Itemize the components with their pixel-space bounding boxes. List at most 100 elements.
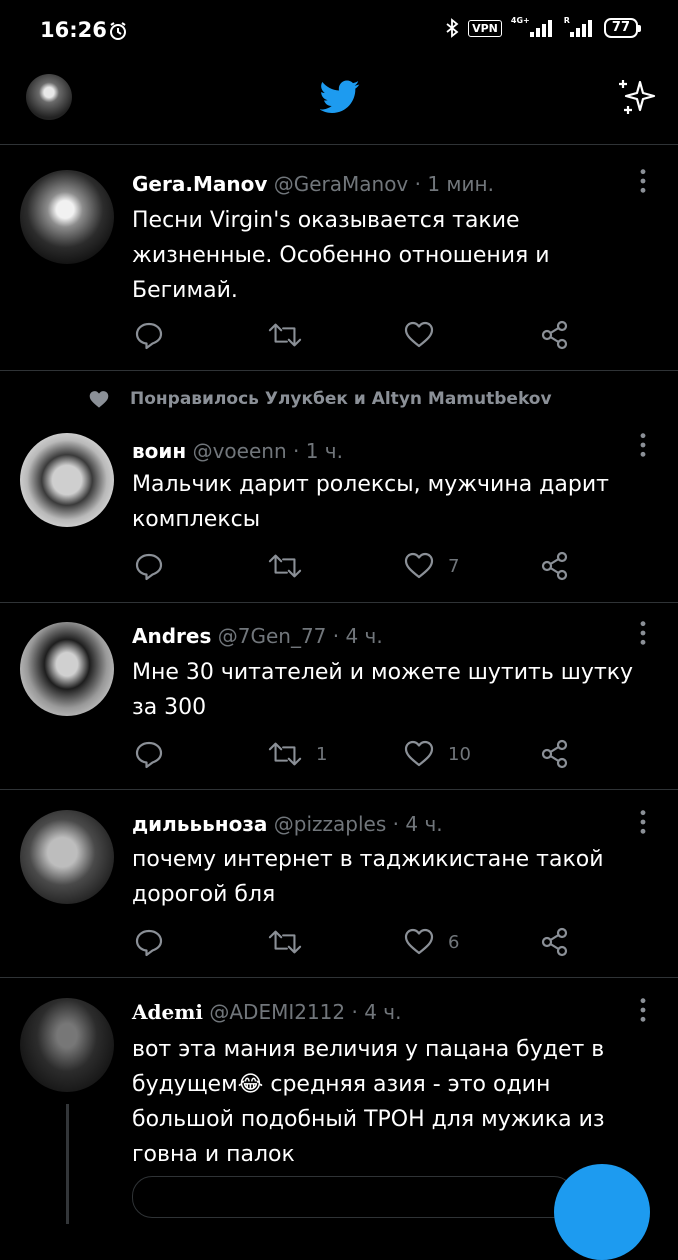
retweet-count: 1: [316, 743, 328, 765]
tweet-time: · 1 ч.: [293, 439, 343, 463]
retweet-button[interactable]: 1: [268, 739, 327, 769]
twitter-bird-icon[interactable]: [320, 80, 360, 114]
author-handle[interactable]: @pizzaples: [274, 812, 386, 836]
avatar[interactable]: [20, 170, 114, 264]
like-button[interactable]: [404, 320, 448, 350]
more-options-icon[interactable]: [638, 996, 648, 1024]
tweet-actions: 7: [132, 551, 652, 581]
tweet-4[interactable]: дильььноза @pizzaples · 4 ч. почему инте…: [0, 790, 678, 978]
tweet-time: · 4 ч.: [332, 624, 383, 648]
avatar[interactable]: [20, 622, 114, 716]
avatar[interactable]: [20, 433, 114, 527]
heart-icon: [404, 551, 434, 581]
signal-icon-2: [569, 20, 592, 37]
tweet-5[interactable]: Ademi @ADEMI2112 · 4 ч. вот эта мания ве…: [0, 978, 678, 1224]
network-type: 4G+: [510, 15, 530, 25]
like-button[interactable]: 7: [404, 551, 459, 581]
reply-input-field[interactable]: [132, 1176, 574, 1218]
profile-avatar[interactable]: [26, 74, 72, 120]
retweet-icon: [268, 320, 302, 350]
share-icon: [540, 320, 570, 350]
share-button[interactable]: [540, 551, 570, 581]
like-count: 7: [448, 555, 460, 577]
author-name[interactable]: Gera.Manov: [132, 172, 267, 196]
retweet-icon: [268, 739, 302, 769]
reply-button[interactable]: [134, 739, 164, 769]
tweet-header: Andres @7Gen_77 · 4 ч.: [132, 624, 383, 648]
share-icon: [540, 551, 570, 581]
signal-icon: [529, 20, 552, 37]
tweet-time: · 1 мин.: [414, 172, 494, 196]
author-handle[interactable]: @7Gen_77: [218, 624, 327, 648]
avatar[interactable]: [20, 810, 114, 904]
author-name[interactable]: воин: [132, 439, 186, 463]
bluetooth-icon: [446, 18, 459, 38]
heart-filled-icon: [89, 391, 109, 408]
reply-icon: [134, 320, 164, 350]
retweet-button[interactable]: [268, 320, 316, 350]
tweet-text: вот эта мания величия у пацана будет в б…: [132, 1037, 605, 1167]
heart-icon: [404, 320, 434, 350]
more-options-icon[interactable]: [638, 619, 648, 647]
tweet-header: Ademi @ADEMI2112 · 4 ч.: [132, 1000, 401, 1024]
reply-icon: [134, 739, 164, 769]
author-name[interactable]: Andres: [132, 624, 211, 648]
reply-button[interactable]: [134, 927, 164, 957]
sparkle-icon[interactable]: [614, 76, 658, 120]
compose-tweet-button[interactable]: [554, 1164, 650, 1260]
author-handle[interactable]: @ADEMI2112: [209, 1000, 345, 1024]
battery-indicator: 77: [603, 18, 642, 38]
like-count: 6: [448, 931, 460, 953]
like-button[interactable]: 10: [404, 739, 471, 769]
more-options-icon[interactable]: [638, 808, 648, 836]
retweet-icon: [268, 551, 302, 581]
tweet-actions: [132, 320, 652, 350]
reply-icon: [134, 551, 164, 581]
tweet-3[interactable]: Andres @7Gen_77 · 4 ч. Мне 30 читателей …: [0, 603, 678, 790]
avatar[interactable]: [20, 998, 114, 1092]
tweet-text: Мальчик дарит ролексы, мужчина дарит ком…: [132, 472, 609, 532]
thread-connector-line: [66, 1104, 69, 1224]
tweet-2[interactable]: Понравилось Улукбек и Altyn Mamutbekov в…: [0, 371, 678, 603]
share-icon: [540, 739, 570, 769]
share-icon: [540, 927, 570, 957]
tweet-actions: 6: [132, 927, 652, 957]
tweet-text: Песни Virgin's оказывается такие жизненн…: [132, 208, 550, 303]
share-button[interactable]: [540, 320, 570, 350]
liked-by-text[interactable]: Понравилось Улукбек и Altyn Mamutbekov: [130, 389, 552, 409]
retweet-button[interactable]: [268, 551, 316, 581]
tweet-1[interactable]: Gera.Manov @GeraManov · 1 мин. Песни Vir…: [0, 145, 678, 371]
status-indicators: VPN 4G+ R 77: [445, 15, 642, 38]
retweet-button[interactable]: [268, 927, 316, 957]
author-handle[interactable]: @GeraManov: [274, 172, 409, 196]
retweet-icon: [268, 927, 302, 957]
author-name[interactable]: дильььноза: [132, 812, 267, 836]
tweet-header: воин @voeenn · 1 ч.: [132, 439, 343, 463]
roaming-indicator: R: [563, 15, 570, 25]
more-options-icon[interactable]: [638, 431, 648, 459]
heart-icon: [404, 739, 434, 769]
like-button[interactable]: 6: [404, 927, 459, 957]
heart-icon: [404, 927, 434, 957]
reply-button[interactable]: [134, 551, 164, 581]
status-time: 16:26: [40, 18, 107, 42]
reply-icon: [134, 927, 164, 957]
like-count: 10: [448, 743, 471, 765]
tweet-text: почему интернет в таджикистане такой дор…: [132, 847, 604, 907]
social-context: Понравилось Улукбек и Altyn Mamutbekov: [88, 389, 552, 409]
vpn-badge: VPN: [468, 19, 502, 37]
tweet-header: дильььноза @pizzaples · 4 ч.: [132, 812, 443, 836]
status-bar: 16:26 VPN 4G+ R 77: [0, 0, 678, 62]
more-options-icon[interactable]: [638, 167, 648, 195]
share-button[interactable]: [540, 739, 570, 769]
top-app-bar: [0, 62, 678, 145]
tweet-time: · 4 ч.: [351, 1000, 402, 1024]
alarm-icon: [110, 22, 126, 40]
tweet-text: Мне 30 читателей и можете шутить шутку з…: [132, 660, 634, 720]
reply-button[interactable]: [134, 320, 164, 350]
tweet-actions: 1 10: [132, 739, 652, 769]
share-button[interactable]: [540, 927, 570, 957]
author-name[interactable]: Ademi: [132, 1000, 203, 1024]
tweet-header: Gera.Manov @GeraManov · 1 мин.: [132, 172, 494, 196]
author-handle[interactable]: @voeenn: [193, 439, 287, 463]
